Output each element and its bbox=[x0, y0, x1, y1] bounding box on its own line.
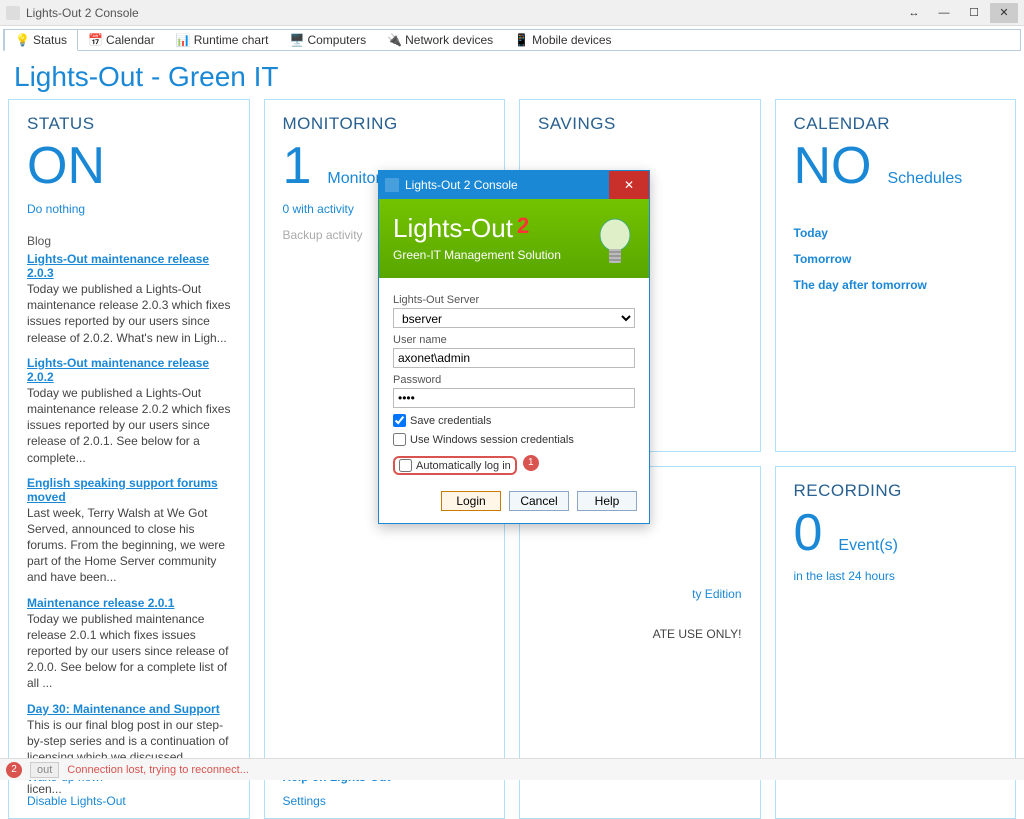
tab-network-devices[interactable]: 🔌 Network devices bbox=[377, 30, 504, 50]
dialog-close-button[interactable]: ✕ bbox=[609, 171, 649, 199]
mobile-icon: 📱 bbox=[514, 33, 528, 47]
maximize-button[interactable]: ☐ bbox=[960, 3, 988, 23]
edition-text: ty Edition bbox=[692, 587, 741, 601]
recording-metric: 0 bbox=[794, 507, 823, 559]
card-heading: RECORDING bbox=[794, 481, 998, 501]
blog-body: Today we published a Lights-Out maintena… bbox=[27, 385, 231, 466]
auto-login-label: Automatically log in bbox=[416, 460, 511, 472]
banner-version: 2 bbox=[517, 213, 529, 238]
auto-login-row[interactable]: Automatically log in bbox=[393, 456, 517, 475]
tab-label: Mobile devices bbox=[532, 33, 611, 47]
about-warning: ATE USE ONLY! bbox=[653, 627, 742, 641]
computer-icon: 🖥️ bbox=[289, 33, 303, 47]
dialog-button-row: Login Cancel Help bbox=[379, 481, 649, 523]
password-label: Password bbox=[393, 374, 635, 386]
tab-status[interactable]: 💡 Status bbox=[4, 30, 78, 51]
cancel-button[interactable]: Cancel bbox=[509, 491, 569, 511]
username-label: User name bbox=[393, 334, 635, 346]
use-windows-creds-label: Use Windows session credentials bbox=[410, 434, 574, 446]
blog-body: Last week, Terry Walsh at We Got Served,… bbox=[27, 505, 231, 586]
annotation-badge-2: 2 bbox=[6, 762, 22, 778]
calendar-day-after[interactable]: The day after tomorrow bbox=[794, 278, 998, 292]
network-icon: 🔌 bbox=[387, 33, 401, 47]
window-titlebar: Lights-Out 2 Console ↔ — ☐ ✕ bbox=[0, 0, 1024, 26]
dialog-titlebar[interactable]: Lights-Out 2 Console ✕ bbox=[379, 171, 649, 199]
card-status: STATUS ON Do nothing Blog Lights-Out mai… bbox=[8, 99, 250, 819]
monitoring-metric-sub: Monitor bbox=[327, 170, 380, 188]
disable-link[interactable]: Disable Lights-Out bbox=[27, 794, 126, 808]
tab-computers[interactable]: 🖥️ Computers bbox=[279, 30, 377, 50]
tab-label: Network devices bbox=[405, 33, 493, 47]
card-heading: MONITORING bbox=[283, 114, 487, 134]
dialog-banner: Lights-Out2 Green-IT Management Solution bbox=[379, 199, 649, 278]
tab-label: Calendar bbox=[106, 33, 155, 47]
use-windows-creds-row[interactable]: Use Windows session credentials bbox=[393, 433, 635, 446]
card-heading: STATUS bbox=[27, 114, 231, 134]
page-title: Lights-Out - Green IT bbox=[0, 51, 1024, 99]
dialog-form: Lights-Out Server bserver User name Pass… bbox=[379, 278, 649, 481]
calendar-icon: 📅 bbox=[88, 33, 102, 47]
tab-calendar[interactable]: 📅 Calendar bbox=[78, 30, 166, 50]
connection-status-text: Connection lost, trying to reconnect... bbox=[67, 764, 249, 776]
status-bar: 2 out Connection lost, trying to reconne… bbox=[0, 758, 1024, 780]
move-icon[interactable]: ↔ bbox=[900, 3, 928, 23]
annotation-badge-1: 1 bbox=[523, 455, 539, 471]
minimize-button[interactable]: — bbox=[930, 3, 958, 23]
login-button[interactable]: Login bbox=[441, 491, 501, 511]
blog-heading: Blog bbox=[27, 234, 231, 248]
settings-link[interactable]: Settings bbox=[283, 794, 391, 808]
banner-title-text: Lights-Out bbox=[393, 213, 513, 243]
server-select[interactable]: bserver bbox=[393, 308, 635, 328]
chart-icon: 📊 bbox=[176, 33, 190, 47]
calendar-metric-sub: Schedules bbox=[888, 170, 963, 188]
dialog-app-icon bbox=[385, 178, 399, 192]
server-label: Lights-Out Server bbox=[393, 294, 635, 306]
calendar-today[interactable]: Today bbox=[794, 226, 998, 240]
card-heading: CALENDAR bbox=[794, 114, 998, 134]
blog-item: Lights-Out maintenance release 2.0.3Toda… bbox=[27, 252, 231, 346]
tab-runtime-chart[interactable]: 📊 Runtime chart bbox=[166, 30, 280, 50]
recording-sub[interactable]: in the last 24 hours bbox=[794, 569, 998, 583]
save-credentials-checkbox[interactable] bbox=[393, 414, 406, 427]
help-button[interactable]: Help bbox=[577, 491, 637, 511]
monitoring-metric: 1 bbox=[283, 140, 312, 192]
window-title: Lights-Out 2 Console bbox=[26, 6, 898, 20]
username-input[interactable] bbox=[393, 348, 635, 368]
blog-body: Today we published a Lights-Out maintena… bbox=[27, 281, 231, 346]
recording-metric-sub: Event(s) bbox=[838, 537, 898, 555]
blog-item: Maintenance release 2.0.1Today we publis… bbox=[27, 596, 231, 692]
blog-item: Lights-Out maintenance release 2.0.2Toda… bbox=[27, 356, 231, 466]
status-action-link[interactable]: Do nothing bbox=[27, 202, 231, 216]
login-dialog: Lights-Out 2 Console ✕ Lights-Out2 Green… bbox=[378, 170, 650, 524]
blog-item: English speaking support forums movedLas… bbox=[27, 476, 231, 586]
tab-label: Runtime chart bbox=[194, 33, 269, 47]
statusbar-button[interactable]: out bbox=[30, 762, 59, 778]
auto-login-checkbox[interactable] bbox=[399, 459, 412, 472]
bulb-icon: 💡 bbox=[15, 33, 29, 47]
blog-section: Blog Lights-Out maintenance release 2.0.… bbox=[27, 234, 231, 798]
blog-link[interactable]: Lights-Out maintenance release 2.0.2 bbox=[27, 356, 209, 384]
card-calendar: CALENDAR NO Schedules Today Tomorrow The… bbox=[775, 99, 1017, 452]
card-heading: SAVINGS bbox=[538, 114, 742, 134]
blog-link[interactable]: Maintenance release 2.0.1 bbox=[27, 596, 174, 610]
calendar-tomorrow[interactable]: Tomorrow bbox=[794, 252, 998, 266]
password-input[interactable] bbox=[393, 388, 635, 408]
blog-link[interactable]: Lights-Out maintenance release 2.0.3 bbox=[27, 252, 209, 280]
blog-link[interactable]: Day 30: Maintenance and Support bbox=[27, 702, 220, 716]
bulb-icon bbox=[595, 217, 635, 273]
app-icon bbox=[6, 6, 20, 20]
close-button[interactable]: ✕ bbox=[990, 3, 1018, 23]
tab-label: Status bbox=[33, 33, 67, 47]
tab-label: Computers bbox=[307, 33, 366, 47]
tab-mobile-devices[interactable]: 📱 Mobile devices bbox=[504, 30, 622, 50]
status-metric: ON bbox=[27, 140, 105, 192]
tab-bar: 💡 Status 📅 Calendar 📊 Runtime chart 🖥️ Compu… bbox=[3, 29, 1021, 51]
calendar-metric: NO bbox=[794, 140, 872, 192]
save-credentials-row[interactable]: Save credentials bbox=[393, 414, 635, 427]
use-windows-creds-checkbox[interactable] bbox=[393, 433, 406, 446]
save-credentials-label: Save credentials bbox=[410, 415, 491, 427]
blog-body: Today we published maintenance release 2… bbox=[27, 611, 231, 692]
blog-link[interactable]: English speaking support forums moved bbox=[27, 476, 218, 504]
dialog-title: Lights-Out 2 Console bbox=[405, 178, 609, 192]
